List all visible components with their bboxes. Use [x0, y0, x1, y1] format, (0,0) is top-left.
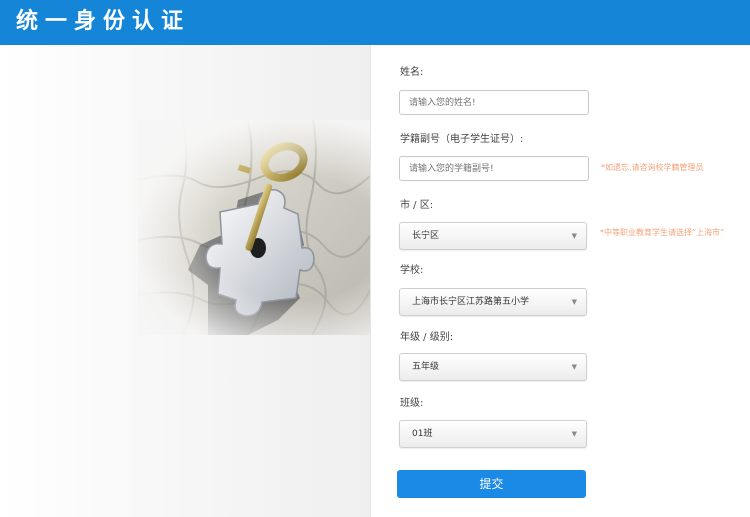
- chevron-down-icon: ▼: [571, 298, 577, 306]
- district-value: 长宁区: [412, 231, 440, 241]
- header-bar: 统一身份认证: [0, 0, 750, 45]
- school-select[interactable]: 上海市长宁区江苏路第五小学 ▼: [399, 288, 587, 316]
- page-title: 统一身份认证: [16, 9, 191, 34]
- student-number-input[interactable]: [399, 156, 589, 181]
- grade-select[interactable]: 五年级 ▼: [399, 353, 587, 381]
- panel-divider: [370, 45, 371, 517]
- grade-label: 年级 / 级别:: [400, 332, 454, 343]
- chevron-down-icon: ▼: [571, 430, 577, 438]
- district-hint: *中等职业教育学生请选择“上海市”: [600, 228, 725, 237]
- school-value: 上海市长宁区江苏路第五小学: [412, 297, 530, 307]
- name-input[interactable]: [399, 90, 589, 115]
- submit-button[interactable]: 提交: [397, 470, 586, 498]
- student-number-label: 学籍副号（电子学生证号）:: [400, 134, 524, 145]
- image-fade: [138, 120, 370, 335]
- district-label: 市 / 区:: [400, 200, 434, 211]
- district-select[interactable]: 长宁区 ▼: [399, 222, 587, 250]
- class-select[interactable]: 01班 ▼: [399, 420, 587, 448]
- puzzle-key-icon: [138, 120, 370, 335]
- chevron-down-icon: ▼: [571, 232, 577, 240]
- grade-value: 五年级: [412, 362, 440, 372]
- school-label: 学校:: [400, 265, 424, 276]
- name-label: 姓名:: [400, 67, 424, 78]
- chevron-down-icon: ▼: [571, 363, 577, 371]
- class-value: 01班: [412, 429, 433, 439]
- student-number-hint: *如遗忘,请咨询校学籍管理员: [601, 163, 704, 172]
- class-label: 班级:: [400, 398, 424, 409]
